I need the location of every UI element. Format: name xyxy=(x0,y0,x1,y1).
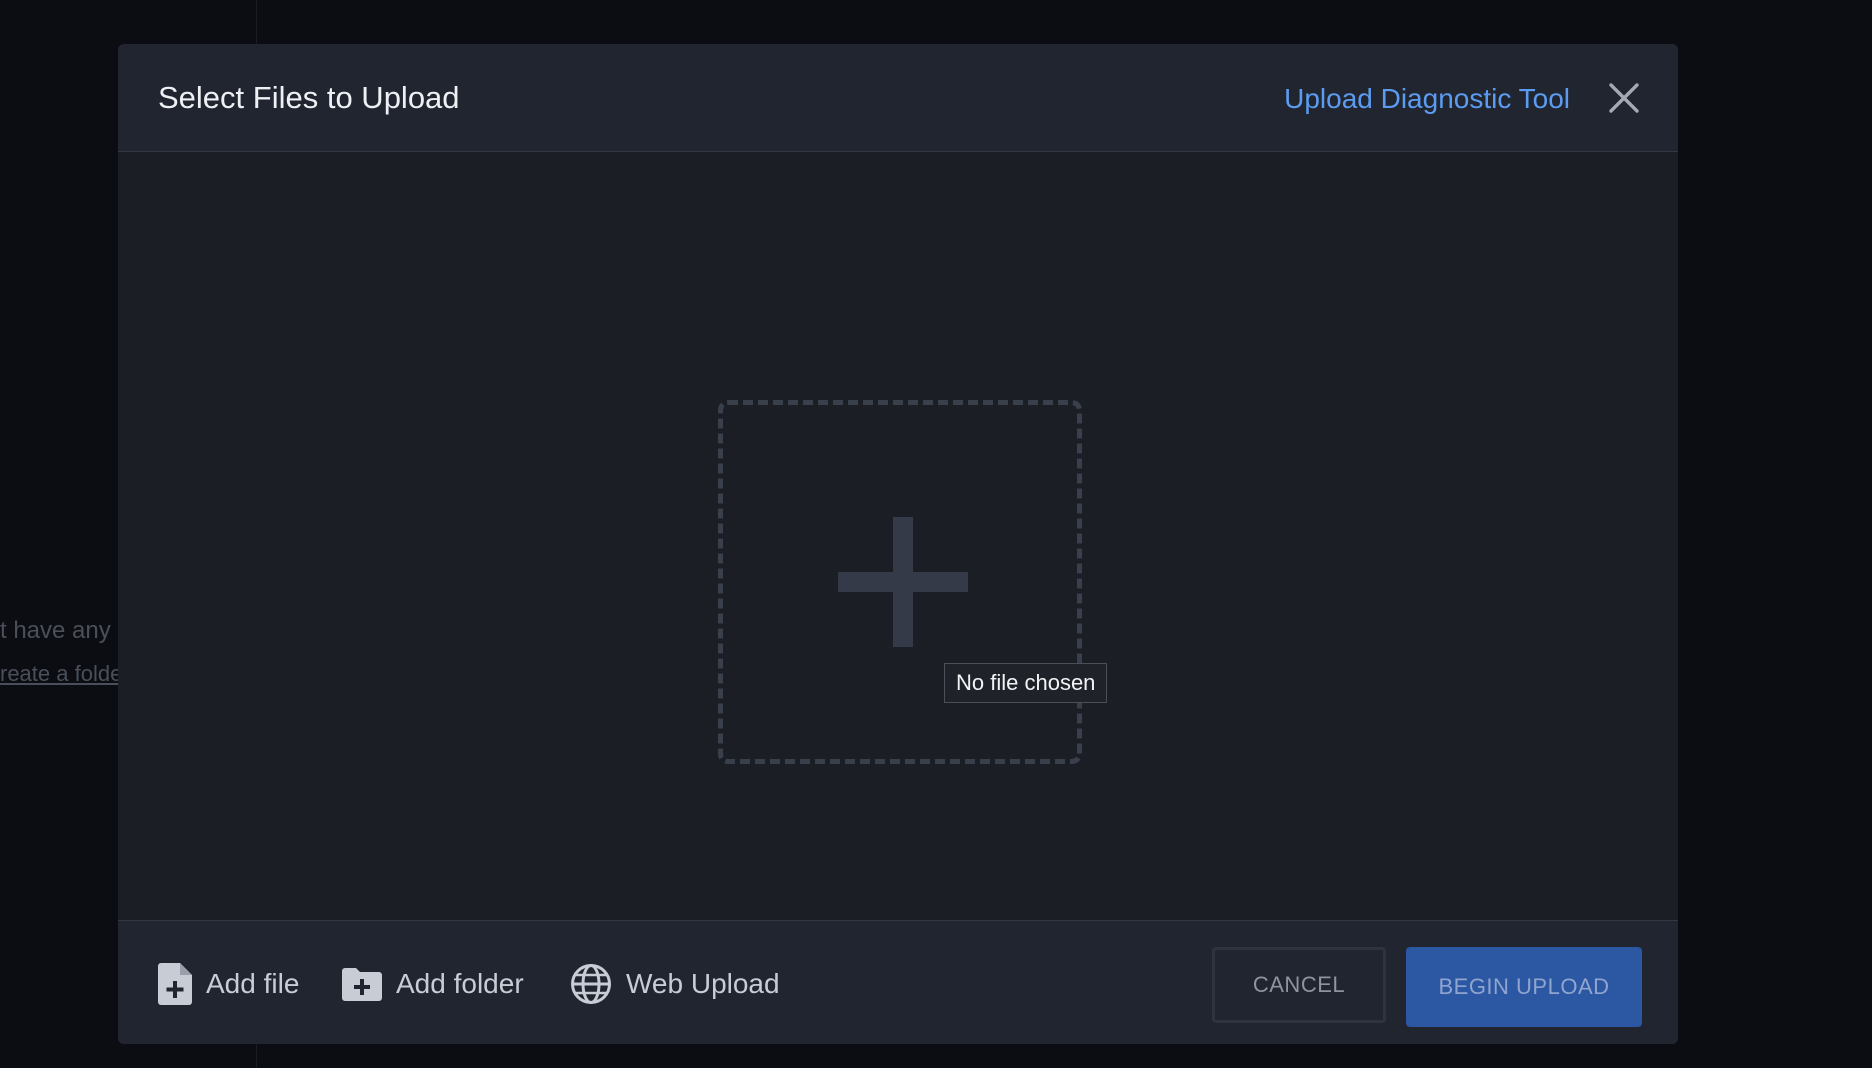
file-plus-icon xyxy=(158,963,192,1005)
add-folder-button[interactable]: Add folder xyxy=(342,963,524,1005)
modal-footer: Add file Add folder Web Upload CANCEL BE… xyxy=(118,920,1678,1044)
file-dropzone[interactable] xyxy=(718,400,1082,764)
web-upload-label: Web Upload xyxy=(626,968,780,999)
begin-upload-button[interactable]: BEGIN UPLOAD xyxy=(1406,947,1642,1027)
background-empty-text: t have any xyxy=(0,617,111,644)
close-icon xyxy=(1609,83,1639,113)
upload-modal: Select Files to Upload Upload Diagnostic… xyxy=(118,44,1678,1044)
modal-header: Select Files to Upload Upload Diagnostic… xyxy=(118,44,1678,152)
upload-diagnostic-tool-link[interactable]: Upload Diagnostic Tool xyxy=(1284,83,1570,115)
add-folder-label: Add folder xyxy=(396,968,524,999)
add-file-label: Add file xyxy=(206,968,300,999)
cancel-button[interactable]: CANCEL xyxy=(1212,947,1386,1023)
modal-title: Select Files to Upload xyxy=(158,80,460,115)
background-create-folder-link: reate a folde xyxy=(0,661,123,686)
web-upload-button[interactable]: Web Upload xyxy=(570,963,780,1005)
add-file-button[interactable]: Add file xyxy=(158,963,299,1005)
modal-body: No file chosen xyxy=(118,152,1678,920)
globe-icon xyxy=(570,963,612,1005)
close-button[interactable] xyxy=(1606,80,1642,116)
folder-plus-icon xyxy=(342,967,382,1001)
no-file-chosen-tooltip: No file chosen xyxy=(944,663,1108,703)
